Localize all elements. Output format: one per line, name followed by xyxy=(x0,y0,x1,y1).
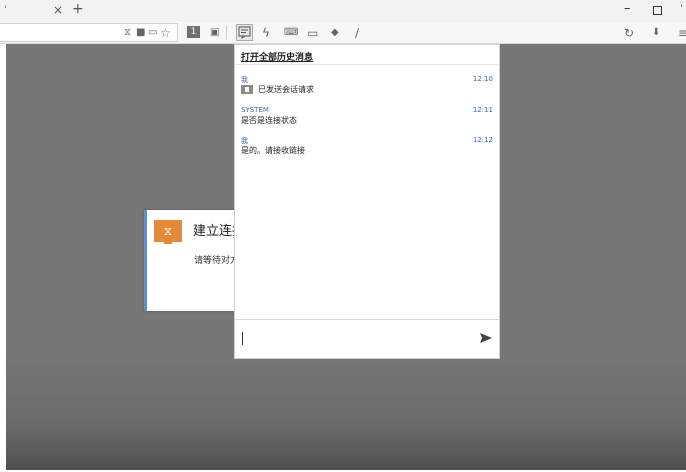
history-icon[interactable]: ↻ xyxy=(624,25,634,40)
window-close-icon[interactable]: ˈ xyxy=(680,4,683,15)
message-body: 是否是连接状态 xyxy=(241,115,297,126)
download-icon[interactable]: ⬇ xyxy=(652,25,660,40)
request-icon xyxy=(241,85,253,94)
monitor-icon[interactable]: ▭ xyxy=(307,25,318,40)
send-icon[interactable] xyxy=(479,331,493,345)
text-cursor xyxy=(242,332,243,345)
star-icon[interactable]: ☆ xyxy=(160,25,171,40)
connection-dialog: ⧖ 建立连接 请等待对方 xyxy=(144,210,245,311)
close-tab-icon[interactable]: × xyxy=(53,3,63,17)
message-text: 已发送会话请求 xyxy=(258,85,314,94)
keyboard-icon[interactable]: ⌨ xyxy=(284,25,298,40)
maximize-icon[interactable] xyxy=(653,6,662,15)
tab-edge: ˈ xyxy=(4,5,7,16)
message-composer[interactable] xyxy=(235,319,499,359)
lightning-icon[interactable]: ϟ xyxy=(262,25,270,40)
hourglass-icon[interactable]: ⧖ xyxy=(124,25,131,40)
message-body: 已发送会话请求 xyxy=(241,84,314,95)
comment-icon[interactable]: ▭ xyxy=(148,25,157,40)
message-body: 是的。请接收链接 xyxy=(241,145,305,156)
menu-icon[interactable]: ≡ xyxy=(678,25,686,40)
toolbar-divider xyxy=(226,26,227,40)
browser-window: ˈ × + – ˈ ⧖ ■ ▭ ☆ 1 ▣ ϟ ⌨ ▭ ◆ ∕ ↻ ⬇ ≡ ⧖ … xyxy=(0,0,686,472)
message-sender: SYSTEM xyxy=(241,106,269,114)
chat-panel: 打开全部历史消息 我 12:10 已发送会话请求 SYSTEM 12:11 是否… xyxy=(234,44,500,359)
message-time: 12:10 xyxy=(472,75,493,83)
tab-bar: ˈ × + – ˈ xyxy=(0,0,686,22)
chat-toggle-icon[interactable] xyxy=(236,24,253,41)
minimize-icon[interactable]: – xyxy=(624,1,631,16)
dialog-message: 请等待对方 xyxy=(194,256,240,266)
hourglass-icon: ⧖ xyxy=(154,220,182,242)
database-icon[interactable]: ■ xyxy=(136,25,145,40)
browser-toolbar: ⧖ ■ ▭ ☆ 1 ▣ ϟ ⌨ ▭ ◆ ∕ ↻ ⬇ ≡ xyxy=(0,22,686,44)
message-text: 是否是连接状态 xyxy=(241,116,297,125)
message-text: 是的。请接收链接 xyxy=(241,146,305,155)
message-time: 12:12 xyxy=(472,136,493,144)
page-icon[interactable]: ▣ xyxy=(210,25,219,40)
chat-header: 打开全部历史消息 xyxy=(235,45,499,65)
open-history-link[interactable]: 打开全部历史消息 xyxy=(241,50,313,63)
pen-icon[interactable]: ∕ xyxy=(355,25,359,40)
icon-stand xyxy=(164,242,172,244)
tab-count-badge[interactable]: 1 xyxy=(187,26,200,38)
new-tab-icon[interactable]: + xyxy=(72,1,84,17)
message-time: 12:11 xyxy=(472,106,493,114)
shield-icon[interactable]: ◆ xyxy=(331,25,339,40)
